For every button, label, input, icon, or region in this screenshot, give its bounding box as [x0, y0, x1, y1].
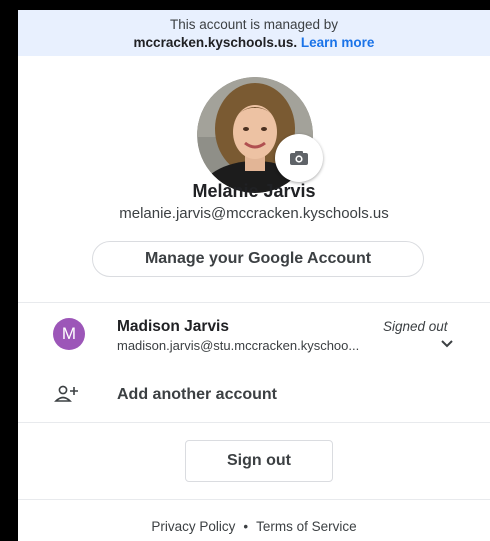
profile-email: melanie.jarvis@mccracken.kyschools.us [119, 205, 389, 222]
account-avatar: M [53, 318, 85, 350]
other-account-row[interactable]: M Madison Jarvis madison.jarvis@stu.mccr… [18, 304, 490, 366]
chevron-down-icon[interactable] [440, 339, 454, 349]
change-photo-button[interactable] [275, 134, 323, 182]
account-email: madison.jarvis@stu.mccracken.kyschoo... [117, 338, 360, 353]
account-status: Signed out [383, 319, 448, 334]
divider [18, 302, 490, 303]
privacy-policy-link[interactable]: Privacy Policy [151, 519, 235, 534]
camera-icon [290, 151, 308, 165]
footer-separator: • [243, 519, 249, 534]
managed-domain: mccracken.kyschools.us. [133, 35, 298, 50]
profile-avatar-wrapper [197, 77, 323, 193]
manage-google-account-button[interactable]: Manage your Google Account [92, 241, 424, 277]
person-add-icon [54, 385, 78, 402]
add-another-account-row[interactable]: Add another account [18, 372, 490, 418]
managed-by-text: This account is managed by [169, 17, 339, 32]
account-menu-panel: This account is managed by mccracken.kys… [18, 10, 490, 541]
sign-out-button[interactable]: Sign out [185, 440, 333, 482]
footer-links: Privacy Policy • Terms of Service [18, 519, 490, 534]
divider [18, 499, 490, 500]
terms-of-service-link[interactable]: Terms of Service [256, 519, 357, 534]
profile-name: Melanie Jarvis [192, 181, 316, 201]
managed-by-domain-line: mccracken.kyschools.us. Learn more [18, 34, 490, 52]
add-account-label: Add another account [117, 386, 278, 403]
account-name: Madison Jarvis [117, 318, 229, 335]
learn-more-link[interactable]: Learn more [301, 35, 375, 50]
managed-account-banner: This account is managed by mccracken.kys… [18, 10, 490, 56]
divider [18, 422, 490, 423]
